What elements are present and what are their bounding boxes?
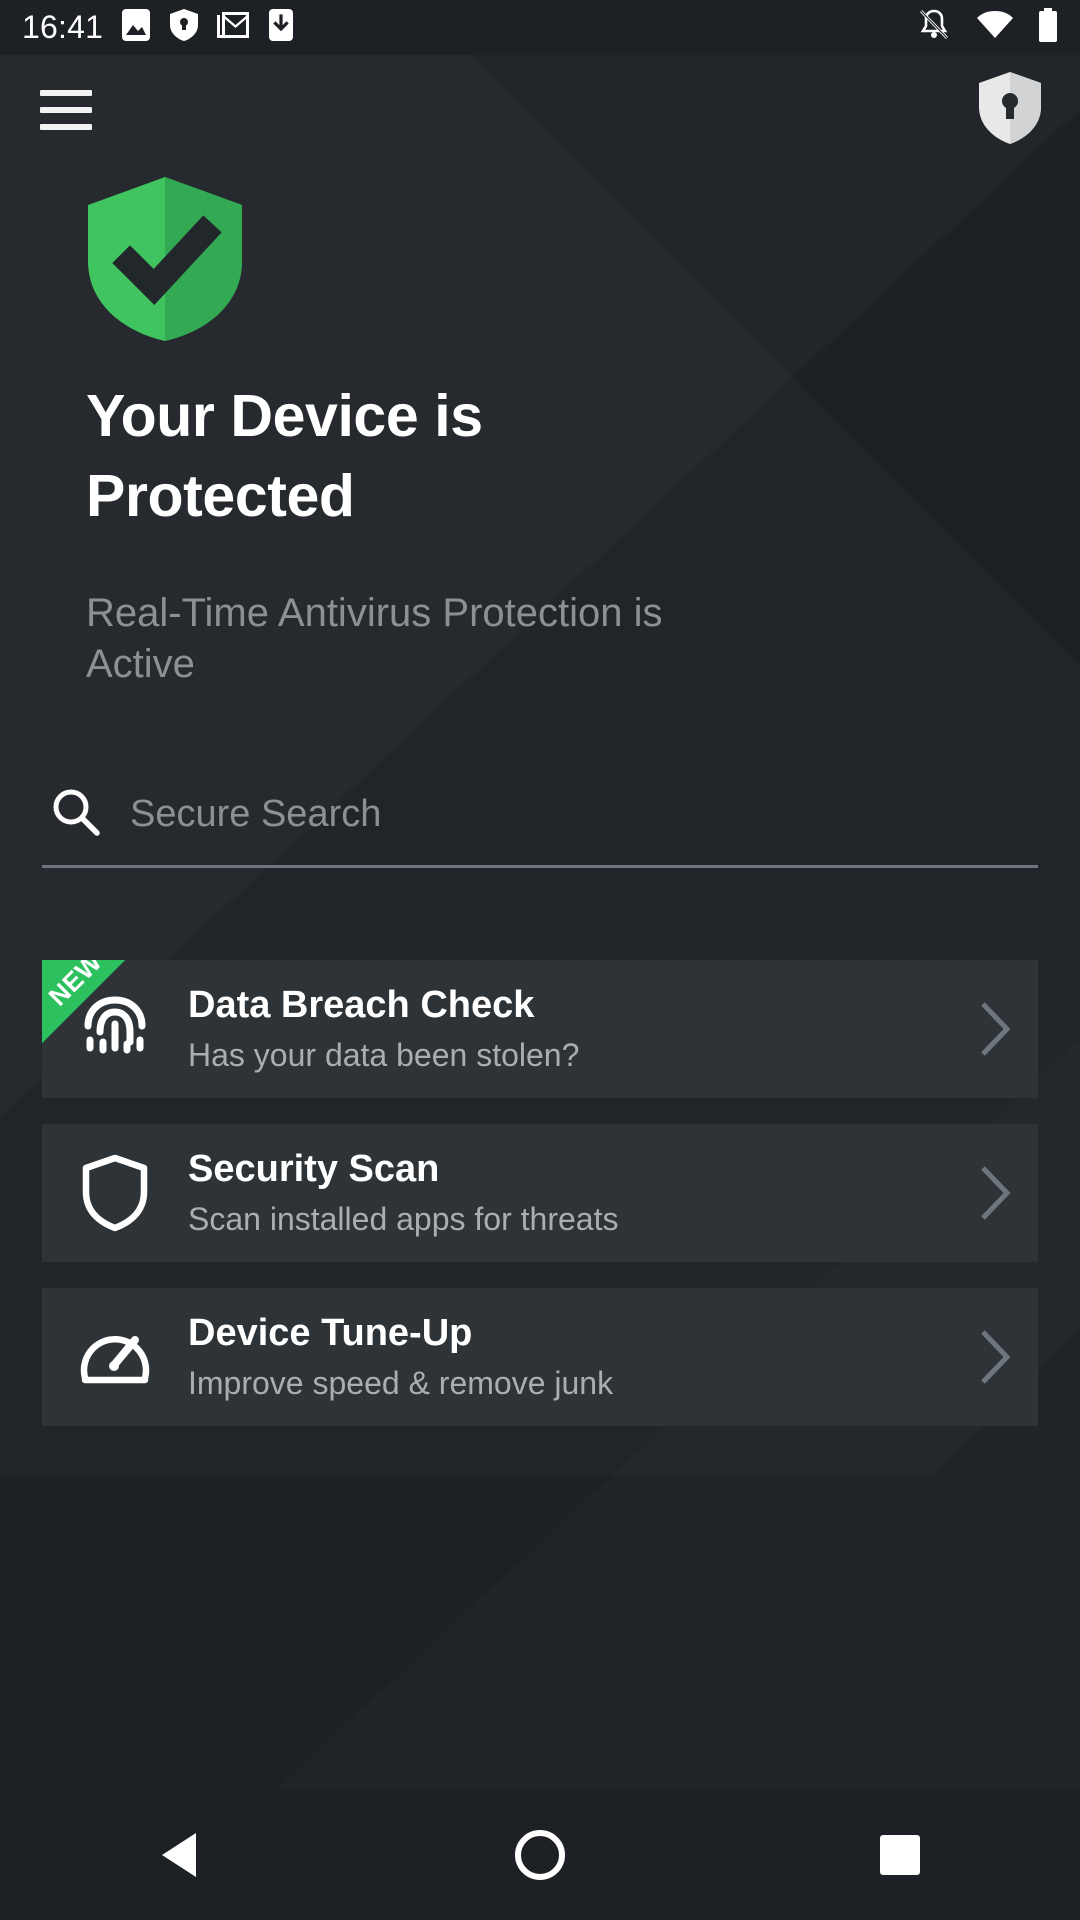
card-text-group: Security Scan Scan installed apps for th… (188, 1146, 952, 1240)
card-text-group: Device Tune-Up Improve speed & remove ju… (188, 1310, 952, 1404)
shield-keyhole-icon (169, 8, 199, 47)
page-subtitle: Real-Time Antivirus Protection is Active (86, 591, 663, 686)
card-title: Device Tune-Up (188, 1312, 473, 1354)
feature-card-list: NEW Data Breach Check Has your data been… (0, 960, 1080, 1426)
back-triangle-icon[interactable] (90, 1790, 270, 1920)
card-device-tune-up[interactable]: Device Tune-Up Improve speed & remove ju… (42, 1288, 1038, 1426)
card-security-scan[interactable]: Security Scan Scan installed apps for th… (42, 1124, 1038, 1262)
battery-icon (1038, 8, 1058, 47)
status-bar: 16:41 (0, 0, 1080, 55)
secure-search-bar[interactable] (42, 786, 1038, 868)
wifi-icon (976, 10, 1014, 45)
card-subtitle: Has your data been stolen? (188, 1037, 580, 1073)
photos-icon (121, 8, 151, 47)
menu-icon-bar (40, 124, 92, 130)
menu-icon-bar (40, 107, 92, 113)
card-subtitle: Improve speed & remove junk (188, 1365, 614, 1401)
green-shield-check-icon (0, 175, 1080, 348)
card-subtitle: Scan installed apps for threats (188, 1201, 619, 1237)
page-title: Your Device is Protected (86, 383, 483, 529)
recents-square-icon[interactable] (810, 1790, 990, 1920)
search-input[interactable] (116, 793, 1038, 836)
status-bar-right-icons (916, 7, 1058, 48)
menu-icon-bar (40, 90, 92, 96)
home-circle-icon[interactable] (450, 1790, 630, 1920)
chevron-right-icon[interactable] (952, 1000, 1038, 1058)
chevron-right-icon[interactable] (952, 1328, 1038, 1386)
card-title: Data Breach Check (188, 984, 535, 1026)
download-icon (268, 8, 294, 47)
android-navigation-bar (0, 1790, 1080, 1920)
card-title: Security Scan (188, 1148, 440, 1190)
card-text-group: Data Breach Check Has your data been sto… (188, 982, 952, 1076)
menu-icon[interactable] (40, 90, 92, 130)
app-bar (0, 55, 1080, 165)
notifications-off-icon (916, 7, 952, 48)
chevron-right-icon[interactable] (952, 1164, 1038, 1222)
card-data-breach-check[interactable]: NEW Data Breach Check Has your data been… (42, 960, 1038, 1098)
hero-section: Your Device is Protected Real-Time Antiv… (0, 175, 1080, 690)
gmail-icon (217, 9, 250, 46)
shield-keyhole-logo[interactable] (978, 71, 1042, 150)
search-icon (50, 786, 102, 843)
speedometer-icon (42, 1288, 188, 1426)
status-bar-left-icons (121, 8, 294, 47)
status-bar-clock: 16:41 (22, 9, 104, 45)
shield-outline-icon (42, 1124, 188, 1262)
